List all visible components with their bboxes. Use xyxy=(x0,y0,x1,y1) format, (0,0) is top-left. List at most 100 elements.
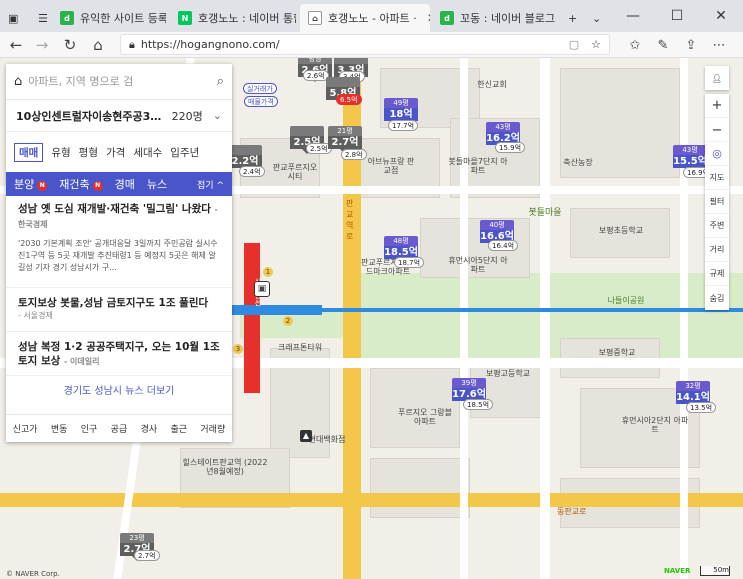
back-icon[interactable]: ← xyxy=(4,34,28,56)
news-source: - 이데일리 xyxy=(63,357,100,366)
region-label: 10상인센트럴자이송현주공3… xyxy=(16,109,162,123)
place-pangyo-tower[interactable]: 판교푸르지오시티 xyxy=(270,163,320,181)
filter-sale[interactable]: 매매 xyxy=(14,142,44,162)
place-hwedong2[interactable]: 휴먼시아2단지 아파트 xyxy=(620,416,690,434)
place-abenew[interactable]: 아브뉴프랑 판교점 xyxy=(366,157,416,175)
maximize-label: ☐ xyxy=(670,8,684,24)
regulation-button[interactable]: 규제 xyxy=(705,262,729,286)
minimize-button[interactable]: — xyxy=(611,0,655,32)
filter-households[interactable]: 세대수 xyxy=(133,145,162,160)
search-input[interactable] xyxy=(28,75,211,88)
share-icon[interactable]: ⇪ xyxy=(680,34,702,56)
locate-icon[interactable]: ◎ xyxy=(705,142,729,166)
tab-supply[interactable]: 공급 xyxy=(111,422,128,435)
place-bojeong-high[interactable]: 보평고등학교 xyxy=(478,369,538,378)
cat-news[interactable]: 뉴스 xyxy=(147,176,167,192)
news-item[interactable]: 성남 옛 도심 재개발·재건축 '밀그림' 나왔다 - 한국경제 '2030 기… xyxy=(6,202,232,288)
place-shukr[interactable]: 축산농장 xyxy=(558,158,598,167)
tab-change[interactable]: 변동 xyxy=(51,422,68,435)
cat-presale[interactable]: 분양 N xyxy=(14,176,48,192)
filter-type[interactable]: 유형 xyxy=(51,145,70,160)
subway-line-vertical xyxy=(244,243,260,393)
place-crafton[interactable]: 크래프톤타워 xyxy=(270,343,330,352)
filter-year[interactable]: 입주년 xyxy=(170,145,199,160)
subway-line-horizontal xyxy=(232,305,322,315)
more-news-link[interactable]: 경기도 성남시 뉴스 더보기 xyxy=(6,382,232,397)
close-label: ✕ xyxy=(715,8,727,24)
marker-area: 43평 xyxy=(486,122,520,132)
home-icon[interactable]: ⌂ xyxy=(86,34,110,56)
place-bojeong[interactable]: 보평초등학교 xyxy=(591,226,651,235)
tab-population[interactable]: 인구 xyxy=(81,422,98,435)
place-bojeong-mid[interactable]: 보평중학교 xyxy=(587,348,647,357)
tab-new-high[interactable]: 신고가 xyxy=(13,422,38,435)
marker-sub-price: 16.4억 xyxy=(488,240,519,251)
hide-button[interactable]: 숨김 xyxy=(705,286,729,310)
map-tools-group: ◎ 지도 필터 주변 거리 규제 숨김 xyxy=(705,142,729,310)
news-title: 성남 복정 1·2 공공주택지구, 오는 10월 1조 토지 보상 xyxy=(18,341,220,367)
tab-1[interactable]: d 유익한 사이트 등록 준비 xyxy=(52,4,166,32)
exit-marker-icon[interactable]: 1 xyxy=(263,267,273,277)
marker-sub-price: 2.6억 xyxy=(303,70,329,81)
reading-view-icon[interactable]: ▢ xyxy=(569,38,579,51)
tab-favicon-icon: N xyxy=(178,11,192,25)
exit-marker-icon[interactable]: 3 xyxy=(233,344,243,354)
exit-marker-icon[interactable]: 2 xyxy=(283,316,293,326)
chevron-down-icon[interactable]: ⌄ xyxy=(213,109,222,122)
logo-home-icon[interactable]: ⌂ xyxy=(14,74,22,89)
filter-size[interactable]: 평형 xyxy=(79,145,98,160)
tab-favicon-icon: ⌂ xyxy=(308,11,322,25)
refresh-icon[interactable]: ↻ xyxy=(58,34,82,56)
pen-icon[interactable]: ✎ xyxy=(652,34,674,56)
subway-station-icon[interactable]: ▣ xyxy=(254,281,270,297)
url-text: https://hogangnono.com/ xyxy=(140,38,280,51)
marker-area xyxy=(326,77,360,87)
tab-4[interactable]: d 꼬동 : 네이버 블로그 xyxy=(432,4,558,32)
place-pungbu[interactable]: 푸르지오 그랑블아파트 xyxy=(395,408,455,426)
user-icon[interactable]: 👤︎ xyxy=(705,66,729,90)
tab-commute[interactable]: 출근 xyxy=(170,422,187,435)
tab-favicon-icon: d xyxy=(60,11,74,25)
cat-presale-label: 분양 xyxy=(14,178,35,191)
tab-2[interactable]: N 호갱노노 : 네이버 통합 xyxy=(170,4,296,32)
zoom-out-icon[interactable]: − xyxy=(705,118,729,142)
tab-menu-chevron-icon[interactable]: ⌄ xyxy=(584,4,606,32)
search-icon[interactable]: ⌕ xyxy=(217,74,224,89)
tab-volume[interactable]: 거래량 xyxy=(200,422,225,435)
favorites-list-icon[interactable]: ✩ xyxy=(624,34,646,56)
more-menu-icon[interactable]: ⋯ xyxy=(708,34,730,56)
close-tab-icon[interactable]: ✕ xyxy=(427,11,430,25)
tab-actions-icon[interactable]: ▣ xyxy=(0,4,30,32)
place-hillstate[interactable]: 힐스테이트판교역 (2022년8월예정) xyxy=(180,458,270,476)
marker-area xyxy=(290,126,324,136)
filter-button[interactable]: 필터 xyxy=(705,190,729,214)
place-hwedong[interactable]: 휴먼시아5단지 아파트 xyxy=(448,256,508,274)
tab-list-icon[interactable]: ☰ xyxy=(30,4,48,32)
place-naru[interactable]: 나들이공원 xyxy=(596,296,656,305)
category-bar: 분양 N 재건축 N 경매 뉴스 접기 ^ xyxy=(6,172,232,196)
cat-auction[interactable]: 경매 xyxy=(115,176,135,192)
transaction-price-chip[interactable]: 실거래가 xyxy=(243,83,277,94)
close-window-button[interactable]: ✕ xyxy=(699,0,743,32)
new-tab-button[interactable]: + xyxy=(560,4,582,32)
tab-1-label: 유익한 사이트 등록 준비 xyxy=(80,12,166,25)
zoom-in-icon[interactable]: + xyxy=(705,94,729,118)
favorite-star-icon[interactable]: ☆ xyxy=(591,38,601,51)
cat-rebuild[interactable]: 재건축 N xyxy=(59,176,103,192)
collapse-button[interactable]: 접기 ^ xyxy=(197,178,224,191)
listing-price-chip[interactable]: 매물가격 xyxy=(244,96,278,107)
url-field[interactable]: 🔒︎ https://hogangnono.com/ ▢ ☆ xyxy=(120,34,610,55)
news-item[interactable]: 토지보상 봇물,성남 금토지구도 1조 풀린다 - 서울경제 xyxy=(6,290,232,332)
tab-3[interactable]: ⌂ 호갱노노 - 아파트 · ✕ xyxy=(300,4,430,32)
maximize-button[interactable]: ☐ xyxy=(655,0,699,32)
forward-icon[interactable]: → xyxy=(30,34,54,56)
place-bonggok7[interactable]: 봇들마을7단지 아파트 xyxy=(448,157,508,175)
map-type-button[interactable]: 지도 xyxy=(705,166,729,190)
tab-slope[interactable]: 경사 xyxy=(141,422,158,435)
region-row[interactable]: 10상인센트럴자이송현주공3… 220명 ⌄ xyxy=(6,100,232,132)
filter-price[interactable]: 가격 xyxy=(106,145,125,160)
place-hanshin[interactable]: 한신교회 xyxy=(472,80,512,89)
news-item[interactable]: 성남 복정 1·2 공공주택지구, 오는 10월 1조 토지 보상 - 이데일리 xyxy=(6,334,232,376)
nearby-button[interactable]: 주변 xyxy=(705,214,729,238)
distance-button[interactable]: 거리 xyxy=(705,238,729,262)
